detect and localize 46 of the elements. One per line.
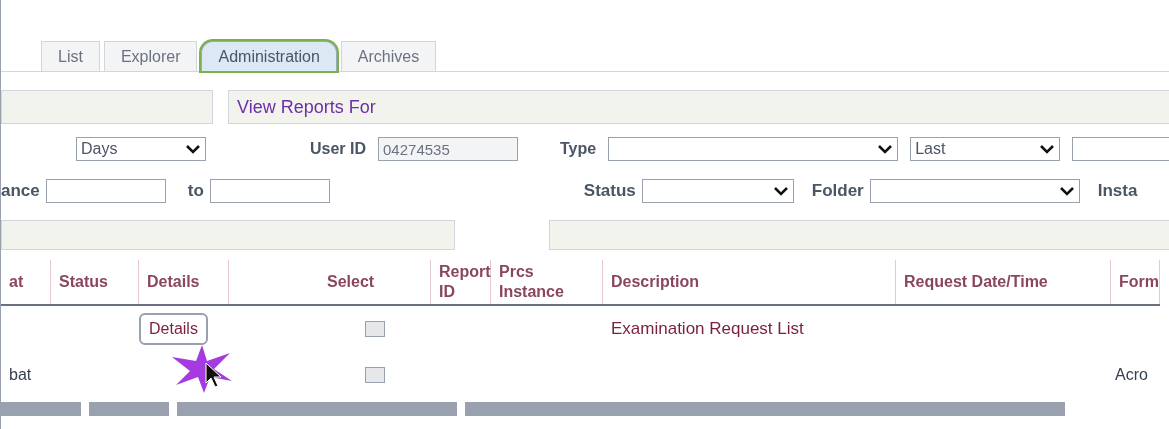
tab[interactable]: List	[41, 41, 100, 71]
column-header: Report ID	[431, 260, 491, 304]
scrollbar[interactable]	[177, 402, 457, 416]
type-label: Type	[560, 139, 597, 159]
status-label: Status	[583, 180, 636, 203]
chevron-down-icon	[185, 144, 201, 154]
chevron-down-icon	[1058, 186, 1075, 196]
instance-label: ance	[1, 180, 40, 203]
input-field[interactable]	[1072, 137, 1169, 161]
tab[interactable]: Archives	[340, 41, 437, 71]
column-header: Description	[603, 260, 896, 304]
instance-label: Insta	[1097, 180, 1138, 203]
instance-from-field[interactable]	[45, 179, 166, 203]
type-dropdown[interactable]	[608, 137, 899, 161]
column-header: Status	[51, 260, 139, 304]
status-dropdown[interactable]	[641, 179, 794, 203]
column-header: Request Date/Time	[896, 260, 1111, 304]
to-label: to	[187, 180, 204, 203]
days-dropdown[interactable]: Days	[76, 137, 206, 161]
chevron-down-icon	[1039, 144, 1056, 154]
column-header: Select	[319, 260, 431, 304]
column-header: Prcs Instance	[491, 260, 603, 304]
select-checkbox[interactable]	[365, 367, 385, 383]
tab[interactable]: Explorer	[103, 41, 198, 71]
cursor-icon	[205, 362, 223, 388]
scrollbar[interactable]	[1, 402, 81, 416]
folder-label: Folder	[811, 180, 864, 203]
chevron-down-icon	[772, 186, 789, 196]
column-header: at	[1, 260, 51, 304]
table-cell: bat	[9, 366, 32, 383]
scrollbar[interactable]	[465, 402, 1065, 416]
section-title: View Reports For	[237, 95, 376, 119]
table-cell: Examination Request List	[611, 319, 804, 339]
select-checkbox[interactable]	[365, 321, 385, 337]
details-button[interactable]: Details	[139, 313, 208, 345]
folder-dropdown[interactable]	[869, 179, 1080, 203]
column-header: Form	[1111, 260, 1160, 304]
user-id-field[interactable]: 04274535	[378, 137, 519, 161]
table-cell: Acro	[1115, 366, 1148, 383]
chevron-down-icon	[877, 144, 894, 154]
tab[interactable]: Administration	[201, 41, 337, 71]
instance-to-field[interactable]	[209, 179, 330, 203]
column-header: Details	[139, 260, 229, 304]
user-id-label: User ID	[310, 139, 367, 159]
scrollbar[interactable]	[89, 402, 169, 416]
last-dropdown[interactable]: Last	[910, 137, 1061, 161]
